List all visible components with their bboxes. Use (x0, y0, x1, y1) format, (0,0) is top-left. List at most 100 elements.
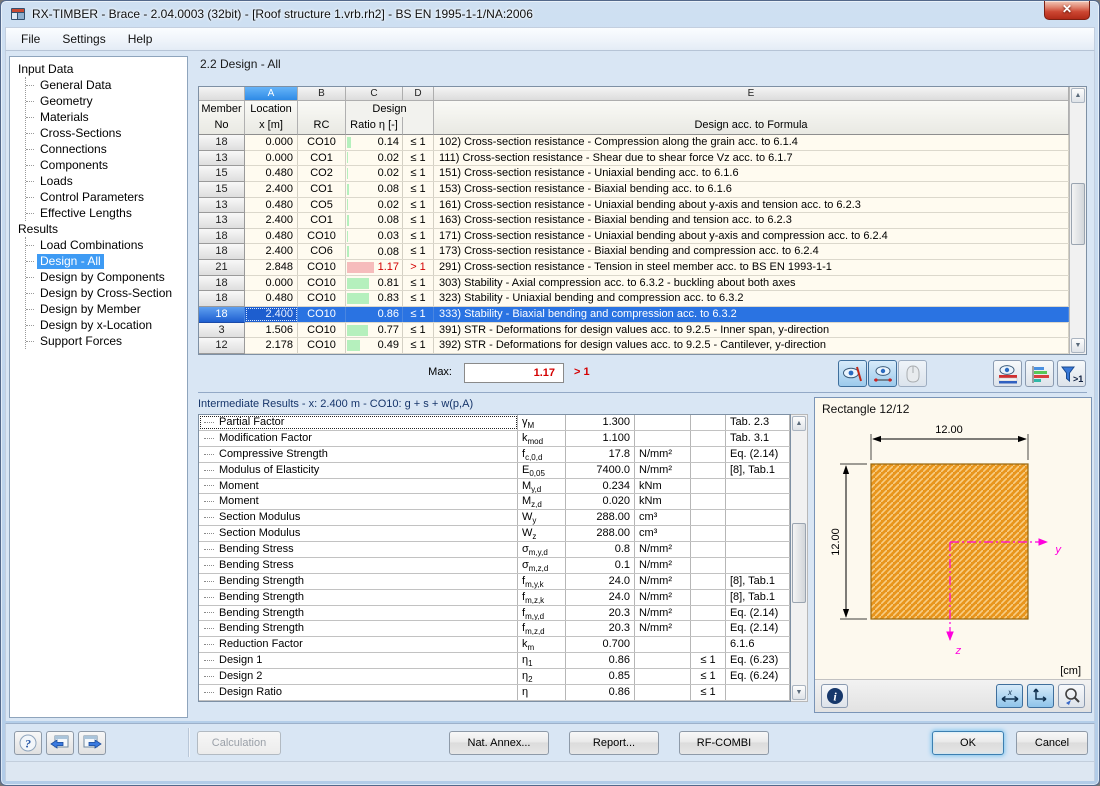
dimension-x-button[interactable]: x (996, 684, 1023, 708)
view-member-button[interactable] (838, 360, 867, 387)
member-cell[interactable]: 18 (199, 229, 245, 245)
rc-cell[interactable]: CO10 (298, 135, 346, 150)
location-cell[interactable]: 1.506 (245, 323, 298, 338)
intermediate-row[interactable]: Design 1η10.86≤ 1Eq. (6.23) (199, 653, 790, 669)
intermediate-scrollbar[interactable]: ▲ ▼ (791, 414, 808, 702)
table-row[interactable]: 182.400CO60.08≤ 1173) Cross-section resi… (199, 244, 1069, 260)
sidebar-item-support-forces[interactable]: Support Forces (26, 333, 187, 349)
table-row[interactable]: 180.480CO100.03≤ 1171) Cross-section res… (199, 229, 1069, 245)
colored-ratio-bars-button[interactable] (1025, 360, 1054, 387)
rc-cell[interactable]: CO10 (298, 260, 346, 275)
member-cell[interactable]: 18 (199, 276, 245, 292)
table-row[interactable]: 130.000CO10.02≤ 1111) Cross-section resi… (199, 151, 1069, 167)
nat-annex-button[interactable]: Nat. Annex... (449, 731, 549, 755)
ratio-cell[interactable]: 0.83 (346, 291, 403, 306)
location-cell[interactable]: 0.480 (245, 229, 298, 244)
next-panel-button[interactable] (78, 731, 106, 755)
member-cell[interactable]: 18 (199, 291, 245, 307)
location-cell[interactable]: 2.848 (245, 260, 298, 275)
intermediate-label-cell[interactable]: Modulus of Elasticity (199, 463, 518, 478)
intermediate-row[interactable]: Compressive Strengthfc,0,d17.8N/mm²Eq. (… (199, 447, 790, 463)
formula-cell[interactable]: 153) Cross-section resistance - Biaxial … (434, 182, 1069, 197)
sidebar-item-control-parameters[interactable]: Control Parameters (26, 189, 187, 205)
table-row[interactable]: 212.848CO101.17> 1291) Cross-section res… (199, 260, 1069, 276)
scrollbar-thumb[interactable] (792, 523, 806, 603)
location-cell[interactable]: 2.178 (245, 338, 298, 353)
sidebar-item-load-combinations[interactable]: Load Combinations (26, 237, 187, 253)
table-row[interactable]: 152.400CO10.08≤ 1153) Cross-section resi… (199, 182, 1069, 198)
formula-cell[interactable]: 102) Cross-section resistance - Compress… (434, 135, 1069, 150)
member-cell[interactable]: 12 (199, 338, 245, 354)
table-row[interactable]: 180.000CO100.81≤ 1303) Stability - Axial… (199, 276, 1069, 292)
member-cell[interactable]: 18 (199, 244, 245, 260)
tree-section-label[interactable]: Results (16, 221, 187, 237)
rc-cell[interactable]: CO10 (298, 291, 346, 306)
sidebar-item-design-by-member[interactable]: Design by Member (26, 301, 187, 317)
cancel-button[interactable]: Cancel (1016, 731, 1088, 755)
column-letter-b[interactable]: B (298, 87, 346, 101)
ratio-cell[interactable]: 0.49 (346, 338, 403, 353)
help-button[interactable]: ? (14, 731, 42, 755)
intermediate-label-cell[interactable]: Compressive Strength (199, 447, 518, 462)
ratio-cell[interactable]: 0.08 (346, 182, 403, 197)
mouse-graphic-button[interactable] (898, 360, 927, 387)
table-row[interactable]: 180.000CO100.14≤ 1102) Cross-section res… (199, 135, 1069, 151)
formula-cell[interactable]: 171) Cross-section resistance - Uniaxial… (434, 229, 1069, 244)
zoom-cursor-button[interactable] (1058, 684, 1085, 708)
intermediate-label-cell[interactable]: Bending Strength (199, 606, 518, 621)
formula-cell[interactable]: 173) Cross-section resistance - Biaxial … (434, 244, 1069, 259)
rc-cell[interactable]: CO6 (298, 244, 346, 259)
formula-cell[interactable]: 303) Stability - Axial compression acc. … (434, 276, 1069, 291)
ratio-cell[interactable]: 0.08 (346, 213, 403, 228)
table-row[interactable]: 180.480CO100.83≤ 1323) Stability - Uniax… (199, 291, 1069, 307)
location-cell[interactable]: 2.400 (245, 213, 298, 228)
column-letter-c[interactable]: C (346, 87, 403, 101)
formula-cell[interactable]: 333) Stability - Biaxial bending and com… (434, 307, 1069, 322)
sidebar-item-connections[interactable]: Connections (26, 141, 187, 157)
member-cell[interactable]: 18 (199, 307, 245, 323)
table-row[interactable]: 122.178CO100.49≤ 1392) STR - Deformation… (199, 338, 1069, 354)
info-button[interactable]: i (821, 684, 848, 708)
intermediate-row[interactable]: MomentMz,d0.020kNm (199, 494, 790, 510)
rc-cell[interactable]: CO10 (298, 229, 346, 244)
intermediate-label-cell[interactable]: Section Modulus (199, 526, 518, 541)
location-cell[interactable]: 0.000 (245, 135, 298, 150)
member-cell[interactable]: 13 (199, 213, 245, 229)
ok-button[interactable]: OK (932, 731, 1004, 755)
intermediate-row[interactable]: Bending Stressσm,y,d0.8N/mm² (199, 542, 790, 558)
table-row[interactable]: 150.480CO20.02≤ 1151) Cross-section resi… (199, 166, 1069, 182)
table-row[interactable]: 132.400CO10.08≤ 1163) Cross-section resi… (199, 213, 1069, 229)
intermediate-label-cell[interactable]: Bending Strength (199, 574, 518, 589)
table-row[interactable]: 31.506CO100.77≤ 1391) STR - Deformations… (199, 323, 1069, 339)
member-cell[interactable]: 21 (199, 260, 245, 276)
results-scrollbar[interactable]: ▲ ▼ (1069, 87, 1086, 354)
scroll-down-icon[interactable]: ▼ (1071, 338, 1085, 353)
sidebar-item-design-all[interactable]: Design - All (26, 253, 187, 269)
rc-cell[interactable]: CO1 (298, 213, 346, 228)
menu-settings[interactable]: Settings (51, 29, 116, 49)
formula-cell[interactable]: 163) Cross-section resistance - Biaxial … (434, 213, 1069, 228)
intermediate-label-cell[interactable]: Bending Strength (199, 621, 518, 636)
sidebar-item-effective-lengths[interactable]: Effective Lengths (26, 205, 187, 221)
ratio-cell[interactable]: 0.08 (346, 244, 403, 259)
formula-cell[interactable]: 161) Cross-section resistance - Uniaxial… (434, 198, 1069, 213)
sidebar-item-loads[interactable]: Loads (26, 173, 187, 189)
scroll-up-icon[interactable]: ▲ (792, 416, 806, 431)
location-cell[interactable]: 2.400 (245, 244, 298, 259)
formula-cell[interactable]: 111) Cross-section resistance - Shear du… (434, 151, 1069, 166)
view-x-location-button[interactable] (868, 360, 897, 387)
intermediate-label-cell[interactable]: Design Ratio (199, 685, 518, 700)
intermediate-label-cell[interactable]: Design 1 (199, 653, 518, 668)
member-cell[interactable]: 13 (199, 198, 245, 214)
location-cell[interactable]: 0.480 (245, 198, 298, 213)
ratio-cell[interactable]: 0.02 (346, 151, 403, 166)
sidebar-item-geometry[interactable]: Geometry (26, 93, 187, 109)
location-cell[interactable]: 2.400 (245, 307, 298, 322)
intermediate-row[interactable]: Bending Stressσm,z,d0.1N/mm² (199, 558, 790, 574)
member-cell[interactable]: 3 (199, 323, 245, 339)
sidebar-item-design-by-components[interactable]: Design by Components (26, 269, 187, 285)
member-cell[interactable]: 18 (199, 135, 245, 151)
table-row[interactable]: 130.480CO50.02≤ 1161) Cross-section resi… (199, 198, 1069, 214)
rc-cell[interactable]: CO2 (298, 166, 346, 181)
intermediate-label-cell[interactable]: Reduction Factor (199, 637, 518, 652)
